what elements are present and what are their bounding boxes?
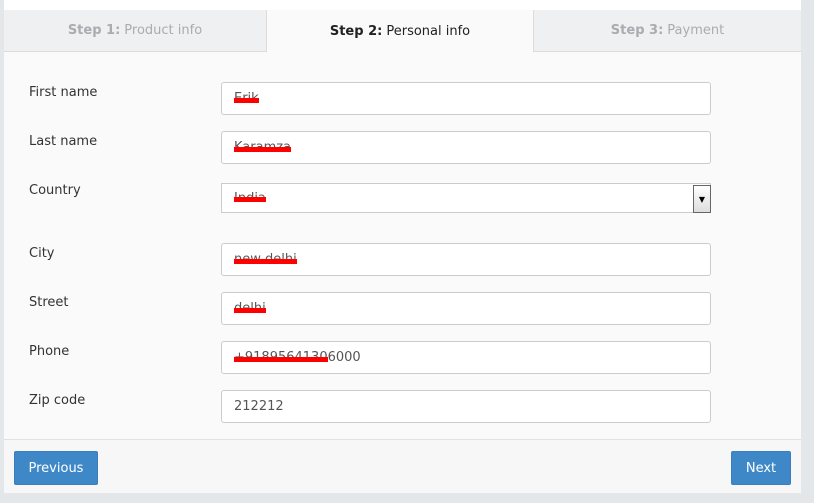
- step-label: Product info: [124, 23, 203, 38]
- tab-step-3[interactable]: Step 3: Payment: [534, 10, 801, 51]
- last-name-input[interactable]: Karamza: [221, 131, 711, 164]
- wizard-steps: Step 1: Product info Step 2: Personal info…: [4, 10, 801, 52]
- step-number: Step 1:: [67, 23, 121, 38]
- tab-step-2[interactable]: Step 2: Personal info: [266, 10, 534, 52]
- phone-value: 6000: [327, 350, 361, 365]
- phone-input[interactable]: +9189564130 6000: [221, 341, 711, 374]
- first-name-value: Erik: [234, 91, 259, 106]
- tab-step-1[interactable]: Step 1: Product info: [4, 10, 266, 51]
- first-name-input[interactable]: Erik: [221, 82, 711, 115]
- street-label: Street: [29, 295, 69, 310]
- step-number: Step 3:: [610, 23, 664, 38]
- last-name-value: Karamza: [234, 140, 292, 155]
- first-name-label: First name: [29, 85, 98, 100]
- country-label: Country: [29, 183, 81, 198]
- city-value: new delhi: [234, 252, 297, 267]
- country-select[interactable]: India ▼: [221, 183, 711, 213]
- zip-input[interactable]: 212212: [221, 390, 711, 423]
- step-label: Payment: [667, 23, 725, 38]
- next-button[interactable]: Next: [731, 451, 791, 485]
- street-input[interactable]: delhi: [221, 292, 711, 325]
- country-value: India: [234, 190, 266, 206]
- phone-label: Phone: [29, 344, 70, 359]
- zip-value: 212212: [234, 399, 284, 414]
- wizard-footer: Previous Next: [4, 439, 801, 493]
- top-band: [4, 0, 801, 10]
- step-label: Personal info: [386, 23, 471, 39]
- city-label: City: [29, 246, 55, 261]
- phone-redacted: +9189564130: [234, 350, 328, 365]
- step-number: Step 2:: [329, 23, 383, 39]
- wizard-panel: Step 1: Product info Step 2: Personal info…: [4, 0, 801, 493]
- chevron-down-icon[interactable]: ▼: [693, 185, 711, 213]
- street-value: delhi: [234, 301, 266, 316]
- zip-label: Zip code: [29, 393, 86, 408]
- last-name-label: Last name: [29, 134, 98, 149]
- previous-button[interactable]: Previous: [14, 451, 98, 485]
- city-input[interactable]: new delhi: [221, 243, 711, 276]
